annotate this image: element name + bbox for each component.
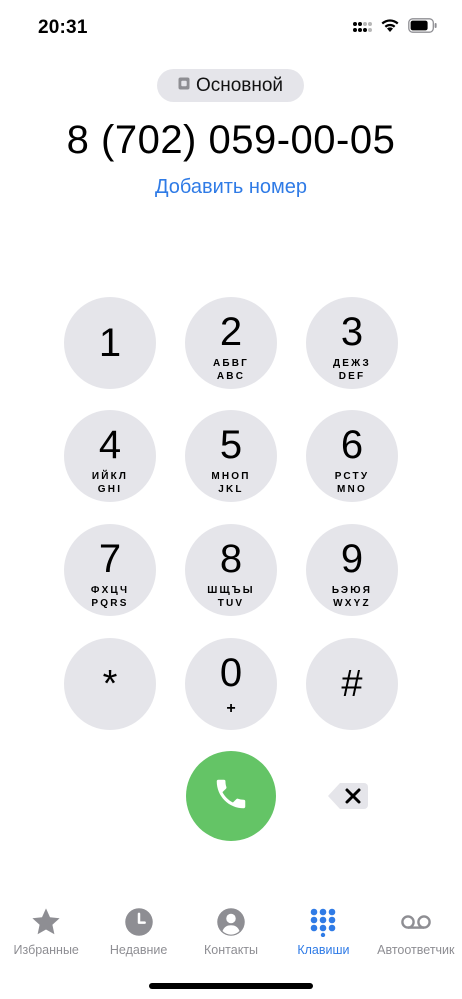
- keypad-icon: [307, 906, 339, 938]
- delete-backspace-icon: [326, 783, 370, 815]
- key-6[interactable]: 6 РСТУ MNO: [306, 410, 398, 502]
- add-number-link[interactable]: Добавить номер: [0, 176, 462, 199]
- status-bar: 20:31: [0, 0, 462, 56]
- key-1[interactable]: 1: [64, 297, 156, 389]
- tab-voicemail[interactable]: Автоответчик: [370, 898, 462, 968]
- delete-button[interactable]: [326, 781, 370, 811]
- key-2[interactable]: 2 АБВГ ABC: [185, 297, 277, 389]
- key-4[interactable]: 4 ИЙКЛ GHI: [64, 410, 156, 502]
- key-digit: 1: [98, 321, 122, 365]
- tab-label: Клавиши: [297, 943, 350, 957]
- key-letters-ru: ШЩЪЫ: [207, 585, 255, 596]
- key-digit: 3: [340, 310, 364, 354]
- wifi-icon: [380, 18, 400, 38]
- sim-selector[interactable]: Основной: [157, 69, 304, 102]
- key-letters-ru: ФХЦЧ: [90, 585, 130, 596]
- voicemail-icon: [400, 906, 432, 938]
- status-time: 20:31: [38, 17, 88, 38]
- key-digit: 9: [340, 537, 364, 581]
- key-letters-en: JKL: [218, 484, 244, 495]
- key-letters-en: WXYZ: [333, 598, 371, 609]
- tab-favorites[interactable]: Избранные: [0, 898, 92, 968]
- key-digit: 6: [340, 423, 364, 467]
- battery-icon: [408, 18, 438, 38]
- key-letters-ru: ИЙКЛ: [91, 471, 129, 482]
- key-letters-ru: МНОП: [211, 471, 251, 482]
- clock-icon: [123, 906, 155, 938]
- key-letters-ru: АБВГ: [212, 358, 250, 369]
- sim-label: Основной: [195, 74, 284, 96]
- key-digit: 4: [98, 423, 122, 467]
- key-letters-ru: ЬЭЮЯ: [331, 585, 373, 596]
- key-letters-en: PQRS: [91, 598, 129, 609]
- key-letters-en: ABC: [216, 371, 246, 382]
- status-icons: [352, 18, 438, 38]
- key-digit: 2: [219, 310, 243, 354]
- call-button[interactable]: [186, 751, 276, 841]
- home-indicator[interactable]: [149, 983, 313, 989]
- key-hash[interactable]: #: [306, 638, 398, 730]
- tab-keypad[interactable]: Клавиши: [277, 898, 369, 968]
- key-5[interactable]: 5 МНОП JKL: [185, 410, 277, 502]
- tab-contacts[interactable]: Контакты: [185, 898, 277, 968]
- dialed-number: 8 (702) 059-00-05: [66, 118, 396, 162]
- key-7[interactable]: 7 ФХЦЧ PQRS: [64, 524, 156, 616]
- key-9[interactable]: 9 ЬЭЮЯ WXYZ: [306, 524, 398, 616]
- key-star[interactable]: *: [64, 638, 156, 730]
- key-letters-en: TUV: [217, 598, 245, 609]
- tab-label: Автоответчик: [377, 943, 455, 957]
- key-letters-en: DEF: [338, 371, 366, 382]
- tab-label: Избранные: [13, 943, 79, 957]
- key-digit: 0: [219, 651, 243, 695]
- star-icon: [30, 906, 62, 938]
- key-letters-en: GHI: [97, 484, 123, 495]
- key-3[interactable]: 3 ДЕЖЗ DEF: [306, 297, 398, 389]
- person-icon: [215, 906, 247, 938]
- key-plus: +: [226, 700, 236, 717]
- tab-bar: Избранные Недавние Контакты Клавиши Авто…: [0, 898, 462, 968]
- tab-recents[interactable]: Недавние: [92, 898, 184, 968]
- tab-label: Контакты: [204, 943, 259, 957]
- key-digit: *: [102, 663, 118, 705]
- cellular-signal-icon: [352, 19, 372, 38]
- key-digit: 7: [98, 537, 122, 581]
- key-digit: 5: [219, 423, 243, 467]
- key-digit: 8: [219, 537, 243, 581]
- tab-label: Недавние: [109, 943, 168, 957]
- phone-icon: [212, 775, 250, 818]
- key-letters-ru: ДЕЖЗ: [332, 358, 372, 369]
- key-letters-ru: РСТУ: [334, 471, 370, 482]
- sim-card-icon: [178, 77, 190, 95]
- key-0[interactable]: 0 +: [185, 638, 277, 730]
- key-digit: #: [341, 663, 363, 705]
- key-letters-en: MNO: [337, 484, 367, 495]
- key-8[interactable]: 8 ШЩЪЫ TUV: [185, 524, 277, 616]
